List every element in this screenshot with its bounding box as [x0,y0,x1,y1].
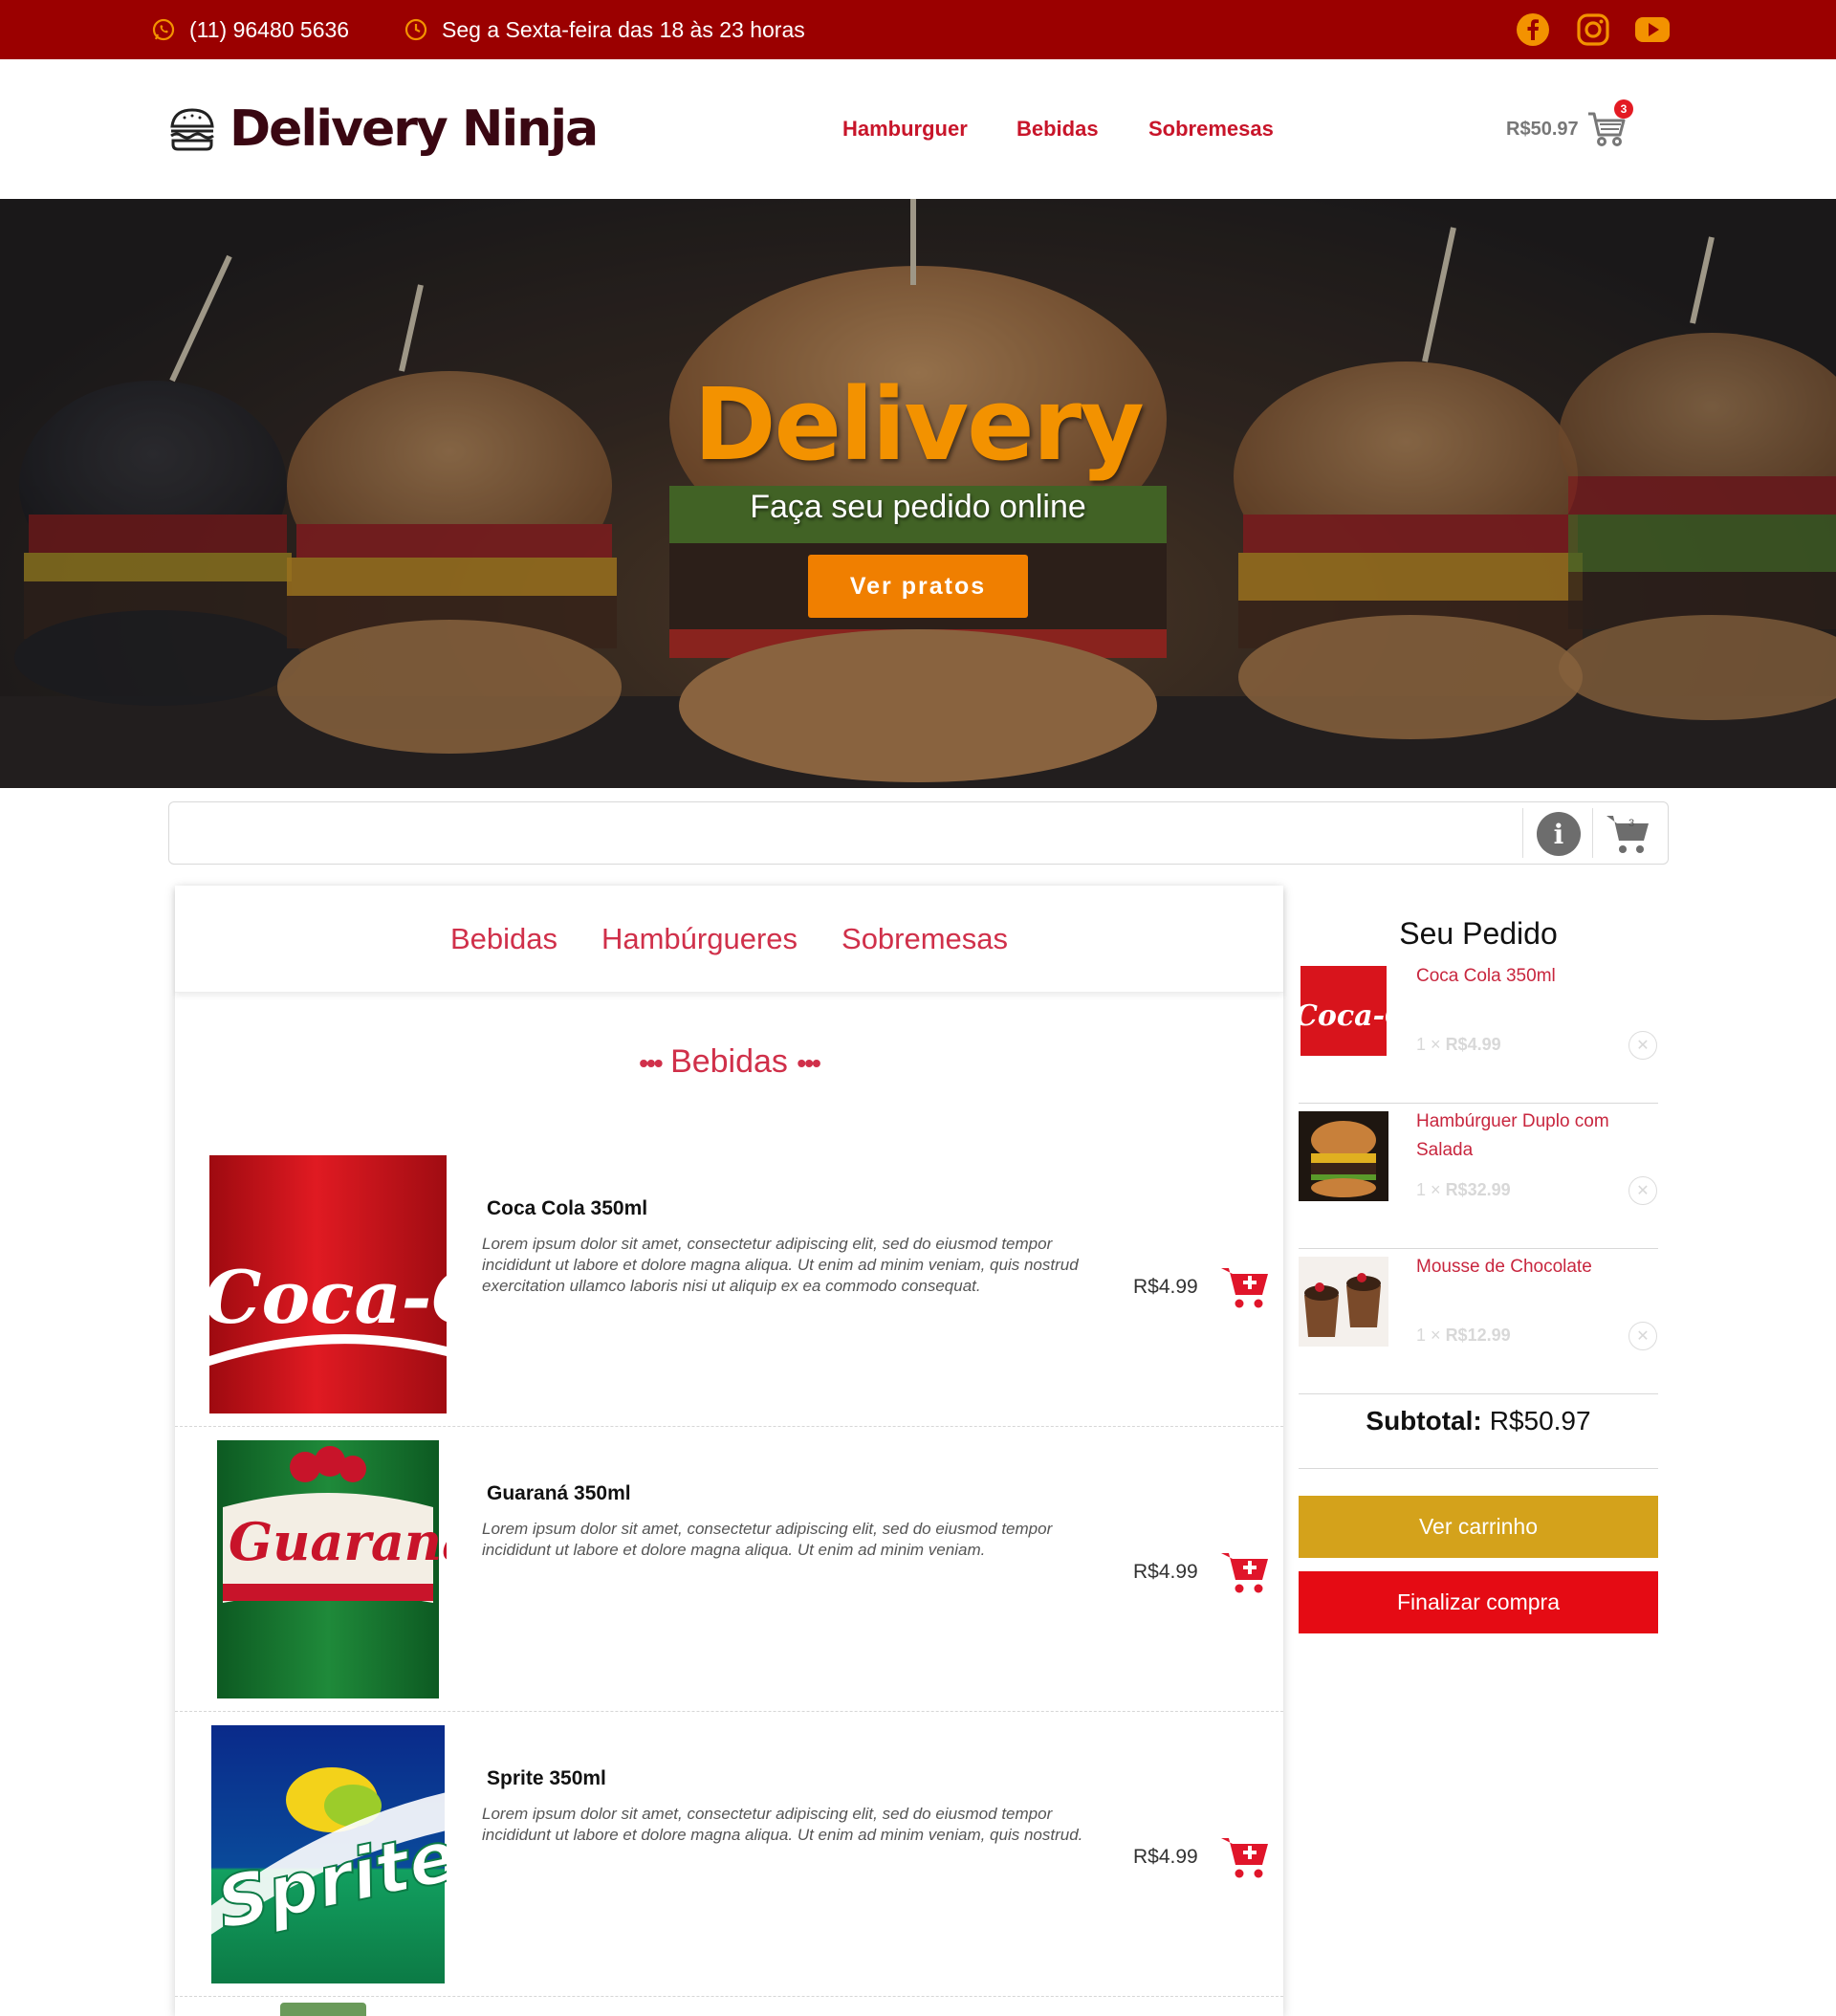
order-item-image [1299,1257,1388,1347]
subtotal-value: R$50.97 [1489,1405,1591,1435]
nav-hamburguer[interactable]: Hamburguer [842,59,968,199]
nav-sobremesas[interactable]: Sobremesas [1148,59,1274,199]
hero-title: Delivery [693,366,1145,483]
info-icon[interactable]: i [1537,812,1581,856]
product-image-partial [280,2003,366,2016]
nav-link-bebidas[interactable]: Bebidas [1016,117,1099,142]
tab-bebidas[interactable]: Bebidas [450,922,557,956]
toolbar-cart-count: 3 [1628,818,1635,829]
product-item: Guaraná Guaraná 350ml Lorem ipsum dolor … [175,1427,1283,1712]
order-item-times: × [1431,1035,1441,1054]
product-description: Lorem ipsum dolor sit amet, consectetur … [482,1520,1053,1559]
product-item: Sprite Sprite 350ml Lorem ipsum dolor si… [175,1712,1283,1997]
order-item-times: × [1431,1326,1441,1345]
add-to-cart-icon[interactable] [1219,1549,1271,1595]
product-description: Lorem ipsum dolor sit amet, consectetur … [482,1235,1079,1295]
hours-text: Seg a Sexta-feira das 18 às 23 horas [442,16,805,42]
order-item-name[interactable]: Hambúrguer Duplo com Salada [1416,1107,1646,1165]
order-item-image: Coca-Cola [1299,966,1388,1056]
phone-number: (11) 96480 5636 [189,16,350,42]
product-price: R$4.99 [1133,1276,1198,1298]
product-price: R$4.99 [1133,1561,1198,1583]
site-header: Delivery Ninja Hamburguer Bebidas Sobrem… [0,59,1836,199]
order-item-quantity: 1 × R$12.99 [1416,1326,1511,1346]
order-item-price: R$12.99 [1445,1326,1511,1345]
section-title-text: Bebidas [670,1043,788,1080]
clock-icon [404,18,427,41]
section-title: ••• Bebidas ••• [175,1043,1283,1081]
order-item-name[interactable]: Coca Cola 350ml [1416,962,1646,991]
add-to-cart-icon[interactable] [1219,1264,1271,1310]
order-title: Seu Pedido [1399,916,1558,951]
logo-text: Delivery Ninja [230,100,599,158]
order-item-image [1299,1111,1388,1201]
nav-link-sobremesas[interactable]: Sobremesas [1148,117,1274,142]
product-image: Guaraná [209,1440,447,1698]
product-image-label: Coca-Cola [209,1255,447,1340]
header-cart-badge: 3 [1614,99,1633,119]
site-logo[interactable]: Delivery Ninja [168,98,599,161]
contact-phone[interactable]: (11) 96480 5636 [151,0,349,59]
order-item: Hambúrguer Duplo com Salada 1 × R$32.99 … [1299,1104,1658,1249]
menu-card: Bebidas Hambúrgueres Sobremesas ••• Bebi… [175,886,1283,2016]
remove-item-icon[interactable]: ✕ [1628,1031,1657,1060]
order-subtotal: Subtotal: R$50.97 [1299,1373,1658,1469]
order-item: Coca-Cola Coca Cola 350ml 1 × R$4.99 ✕ [1299,958,1658,1104]
order-item-name[interactable]: Mousse de Chocolate [1416,1253,1646,1282]
tab-sobremesas[interactable]: Sobremesas [842,922,1008,956]
order-item-quantity: 1 × R$32.99 [1416,1180,1511,1200]
header-cart-total: R$50.97 [1506,118,1579,140]
hero-subtitle: Faça seu pedido online [750,489,1086,525]
checkout-button[interactable]: Finalizar compra [1299,1571,1658,1633]
view-cart-button[interactable]: Ver carrinho [1299,1496,1658,1558]
instagram-icon[interactable] [1576,12,1610,47]
product-price: R$4.99 [1133,1846,1198,1868]
dots-decoration: ••• [639,1048,663,1078]
view-dishes-button[interactable]: Ver pratos [808,555,1028,618]
toolbar-divider [1522,808,1523,858]
whatsapp-icon [152,18,175,41]
facebook-icon[interactable] [1516,12,1550,47]
top-bar: (11) 96480 5636 Seg a Sexta-feira das 18… [0,0,1836,59]
hero-banner: Delivery Faça seu pedido online Ver prat… [0,199,1836,788]
order-item-price: R$32.99 [1445,1180,1511,1199]
product-image-label: Guaraná [229,1511,447,1572]
tab-hamburgueres[interactable]: Hambúrgueres [601,922,798,956]
nav-link-hamburguer[interactable]: Hamburguer [842,117,968,142]
dots-decoration: ••• [797,1048,820,1078]
order-item-times: × [1431,1180,1441,1199]
subtotal-label: Subtotal: [1366,1405,1482,1435]
order-item-quantity: 1 × R$4.99 [1416,1035,1501,1055]
opening-hours: Seg a Sexta-feira das 18 às 23 horas [404,0,805,59]
order-item-qty: 1 [1416,1035,1427,1054]
product-image: Coca-Cola [209,1155,447,1413]
add-to-cart-icon[interactable] [1219,1834,1271,1880]
product-name: Guaraná 350ml [487,1482,631,1504]
youtube-icon[interactable] [1635,12,1670,47]
category-tabs: Bebidas Hambúrgueres Sobremesas [175,886,1283,993]
burger-logo-icon [170,108,214,151]
nav-bebidas[interactable]: Bebidas [1016,59,1099,199]
product-description: Lorem ipsum dolor sit amet, consectetur … [482,1805,1083,1844]
order-item-qty: 1 [1416,1326,1427,1345]
order-item-price: R$4.99 [1445,1035,1501,1054]
order-item-qty: 1 [1416,1180,1427,1199]
product-name: Coca Cola 350ml [487,1197,648,1219]
svg-text:Coca-Cola: Coca-Cola [1299,999,1388,1033]
remove-item-icon[interactable]: ✕ [1628,1322,1657,1350]
product-item: Coca-Cola Coca Cola 350ml Lorem ipsum do… [175,1142,1283,1427]
product-image: Sprite [209,1725,447,1983]
product-name: Sprite 350ml [487,1767,606,1789]
toolbar-divider [1592,808,1593,858]
header-cart[interactable]: R$50.97 3 [1506,99,1633,153]
remove-item-icon[interactable]: ✕ [1628,1176,1657,1205]
menu-toolbar: i 3 [168,801,1669,865]
